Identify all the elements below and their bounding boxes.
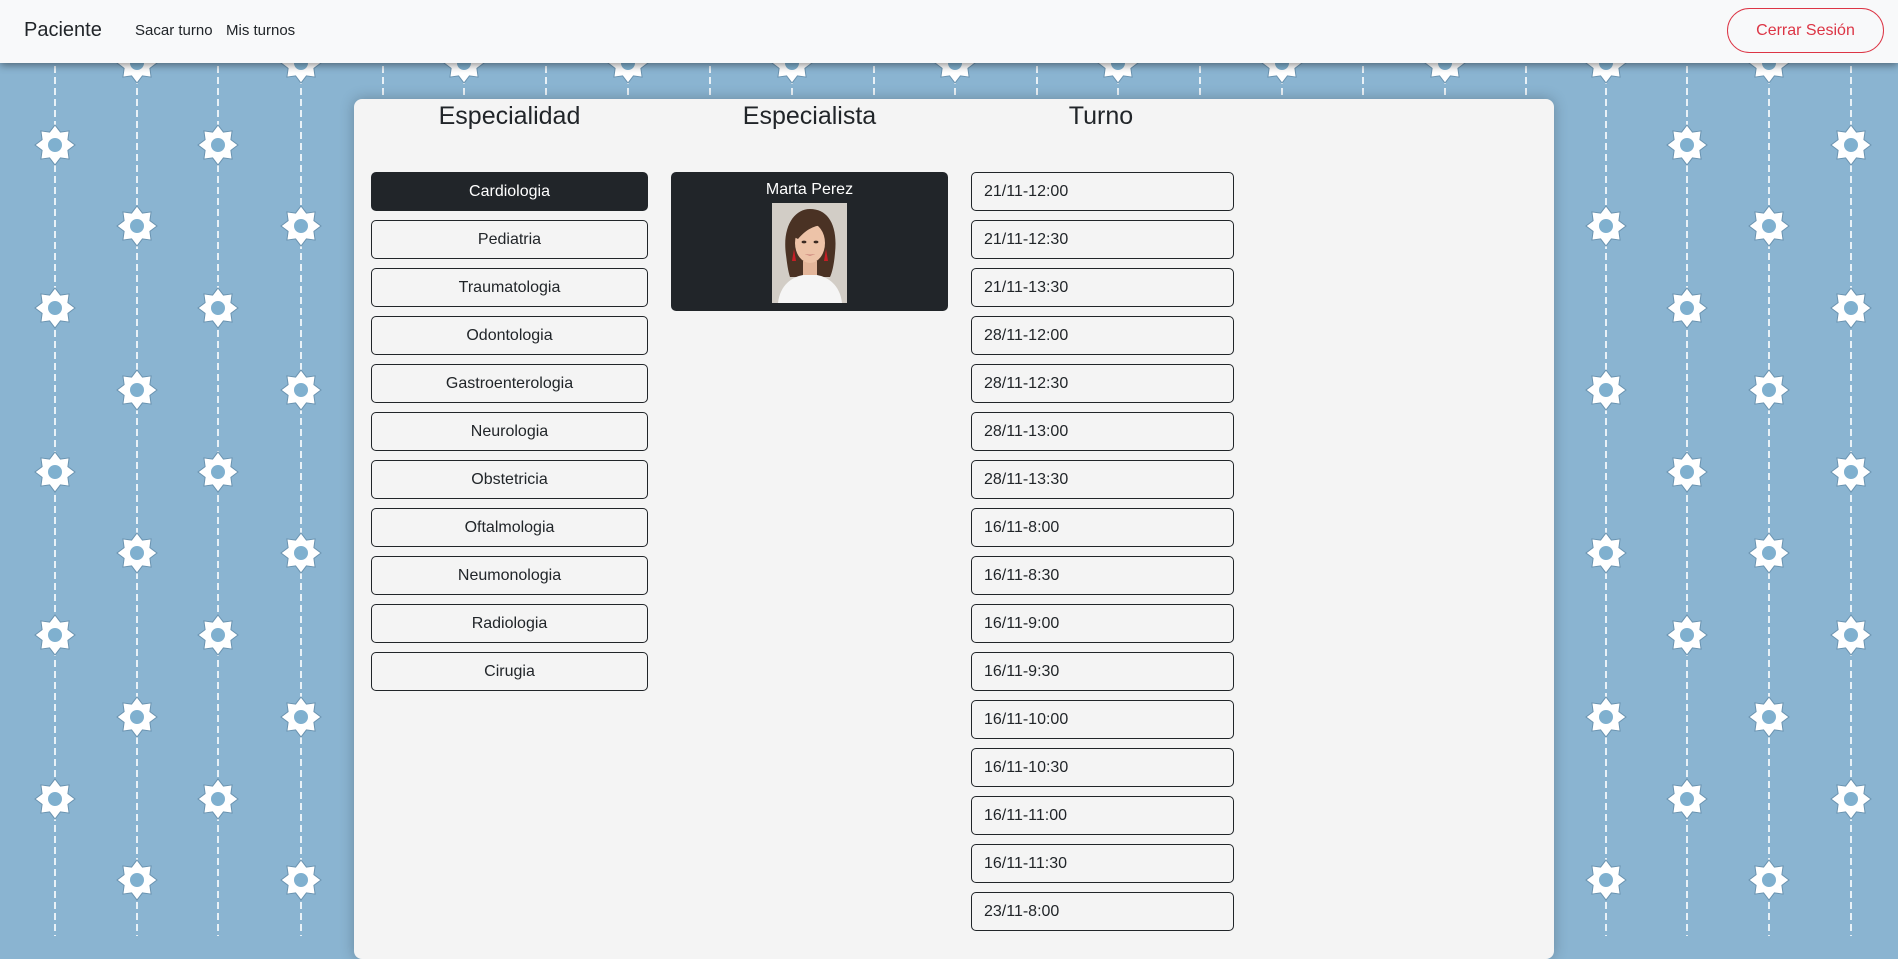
background-star-ornament: [1830, 451, 1872, 493]
background-star-ornament: [280, 696, 322, 738]
especialidad-list: Cardiologia Pediatria Traumatologia Odontol…: [371, 172, 648, 700]
especialista-title: Especialista: [742, 102, 877, 130]
especialidad-button[interactable]: Oftalmologia: [371, 508, 648, 547]
background-star-ornament: [280, 532, 322, 574]
nav-link-sacar-turno[interactable]: Sacar turno: [135, 22, 213, 39]
background-star-ornament: [280, 205, 322, 247]
turno-button[interactable]: 28/11-12:00: [971, 316, 1234, 355]
background-star-ornament: [197, 614, 239, 656]
background-star-ornament: [116, 369, 158, 411]
background-star-ornament: [1666, 614, 1708, 656]
especialista-list: Marta Perez: [671, 172, 948, 311]
background-star-ornament: [34, 124, 76, 166]
background-star-ornament: [1666, 287, 1708, 329]
especialidad-button[interactable]: Cirugia: [371, 652, 648, 691]
turno-button[interactable]: 16/11-9:00: [971, 604, 1234, 643]
navbar-brand[interactable]: Paciente: [24, 19, 102, 42]
turno-button[interactable]: 23/11-8:00: [971, 892, 1234, 931]
turno-button[interactable]: 16/11-10:00: [971, 700, 1234, 739]
especialidad-button[interactable]: Traumatologia: [371, 268, 648, 307]
background-star-ornament: [116, 532, 158, 574]
especialidad-button[interactable]: Gastroenterologia: [371, 364, 648, 403]
turno-button[interactable]: 21/11-12:00: [971, 172, 1234, 211]
background-star-ornament: [1748, 859, 1790, 901]
background-star-ornament: [116, 696, 158, 738]
especialidad-column: Especialidad Cardiologia Pediatria Traumat…: [371, 99, 648, 691]
turno-button[interactable]: 16/11-11:30: [971, 844, 1234, 883]
background-star-ornament: [116, 859, 158, 901]
turno-button[interactable]: 28/11-12:30: [971, 364, 1234, 403]
specialist-card[interactable]: Marta Perez: [671, 172, 948, 311]
especialidad-button[interactable]: Neumonologia: [371, 556, 648, 595]
main-panel: Especialidad Cardiologia Pediatria Traumat…: [354, 99, 1554, 959]
doctor-portrait-icon: [772, 203, 847, 303]
background-star-ornament: [1585, 859, 1627, 901]
background-star-ornament: [1748, 696, 1790, 738]
especialidad-title: Especialidad: [438, 102, 581, 130]
navbar: Paciente Sacar turno Mis turnos Cerrar S…: [0, 0, 1898, 63]
turno-button[interactable]: 21/11-12:30: [971, 220, 1234, 259]
turno-button[interactable]: 16/11-9:30: [971, 652, 1234, 691]
background-star-ornament: [34, 778, 76, 820]
background-star-ornament: [197, 778, 239, 820]
background-star-ornament: [1666, 451, 1708, 493]
turno-button[interactable]: 16/11-10:30: [971, 748, 1234, 787]
background-star-ornament: [197, 451, 239, 493]
turno-title: Turno: [1068, 102, 1134, 130]
background-star-ornament: [1666, 124, 1708, 166]
especialidad-button[interactable]: Radiologia: [371, 604, 648, 643]
turno-button[interactable]: 16/11-8:00: [971, 508, 1234, 547]
background-star-ornament: [34, 287, 76, 329]
background-star-ornament: [1585, 532, 1627, 574]
turno-button[interactable]: 21/11-13:30: [971, 268, 1234, 307]
especialidad-button[interactable]: Pediatria: [371, 220, 648, 259]
background-star-ornament: [1748, 532, 1790, 574]
nav-link-mis-turnos[interactable]: Mis turnos: [226, 22, 295, 39]
logout-button[interactable]: Cerrar Sesión: [1727, 8, 1884, 53]
background-star-ornament: [34, 451, 76, 493]
turno-button[interactable]: 28/11-13:30: [971, 460, 1234, 499]
background-star-ornament: [1666, 778, 1708, 820]
specialist-name: Marta Perez: [765, 181, 854, 198]
turno-button[interactable]: 16/11-11:00: [971, 796, 1234, 835]
background-star-ornament: [1830, 614, 1872, 656]
especialidad-button[interactable]: Odontologia: [371, 316, 648, 355]
turno-button[interactable]: 28/11-13:00: [971, 412, 1234, 451]
background-star-ornament: [280, 369, 322, 411]
turno-button[interactable]: 16/11-8:30: [971, 556, 1234, 595]
background-star-ornament: [116, 205, 158, 247]
background-star-ornament: [1585, 205, 1627, 247]
turno-list: 21/11-12:00 21/11-12:30 21/11-13:30 28/11-1…: [971, 172, 1234, 940]
background-star-ornament: [1830, 287, 1872, 329]
background-star-ornament: [1830, 124, 1872, 166]
especialidad-button[interactable]: Neurologia: [371, 412, 648, 451]
background-star-ornament: [1748, 205, 1790, 247]
background-star-ornament: [34, 614, 76, 656]
background-star-ornament: [197, 124, 239, 166]
background-star-ornament: [280, 859, 322, 901]
turno-column: Turno 21/11-12:00 21/11-12:30 21/11-13:30 2…: [971, 99, 1235, 931]
background-star-ornament: [1748, 369, 1790, 411]
especialista-column: Especialista Marta Perez: [671, 99, 948, 311]
especialidad-button[interactable]: Obstetricia: [371, 460, 648, 499]
background-star-ornament: [1585, 369, 1627, 411]
background-star-ornament: [1830, 778, 1872, 820]
especialidad-button[interactable]: Cardiologia: [371, 172, 648, 211]
background-star-ornament: [1585, 696, 1627, 738]
background-star-ornament: [197, 287, 239, 329]
